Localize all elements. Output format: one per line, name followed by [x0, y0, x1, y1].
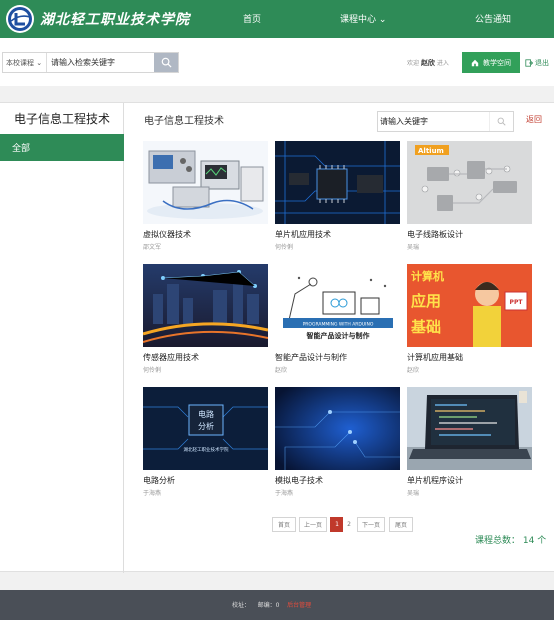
main-panel: 电子信息工程技术 全部 电子信息工程技术 请输入关键字 返回 虚拟仪器技术 邵文… — [0, 102, 554, 573]
logout-link[interactable]: 退出 — [525, 58, 549, 68]
thumb-text-basics: 基础 — [410, 318, 441, 336]
chevron-down-icon: ⌄ — [378, 15, 387, 25]
page-last[interactable]: 尾页 — [389, 517, 413, 532]
course-title: 传感器应用技术 — [143, 353, 199, 362]
course-thumbnail — [143, 264, 268, 347]
footer-zip: 邮编：0 — [257, 602, 280, 609]
course-title: 虚拟仪器技术 — [143, 230, 191, 239]
footer: 校址： 邮编：0 后台管理 — [0, 590, 554, 620]
home-icon — [471, 59, 479, 66]
course-title: 单片机程序设计 — [407, 476, 463, 485]
course-card[interactable]: 单片机应用技术 何伶俐 — [275, 141, 400, 252]
course-thumbnail: 电路 分析 湖北轻工职业技术学院 — [143, 387, 268, 470]
search-icon — [497, 117, 506, 126]
nav-home[interactable]: 首页 — [243, 12, 261, 25]
course-title: 计算机应用基础 — [407, 353, 463, 362]
course-card[interactable]: 电路 分析 湖北轻工职业技术学院 电路分析 于海燕 — [143, 387, 268, 498]
course-thumbnail: Altium — [407, 141, 532, 224]
keyword-search[interactable]: 请输入关键字 — [377, 111, 514, 132]
nav-course-center[interactable]: 课程中心 ⌄ — [340, 12, 386, 25]
course-thumbnail — [407, 387, 532, 470]
course-total-count: 14 个 — [522, 536, 547, 546]
search-scope-label: 本校课程 — [6, 58, 34, 67]
course-card[interactable]: 传感器应用技术 何伶俐 — [143, 264, 268, 375]
footer-info: 校址： 邮编：0 后台管理 — [232, 600, 311, 609]
altium-logo-text: Altium — [418, 147, 444, 155]
welcome-text: 欢迎 赵欣 进入 — [407, 58, 449, 68]
course-teacher: 赵欣 — [407, 367, 420, 374]
thumb-text-school: 湖北轻工职业技术学院 — [184, 446, 229, 453]
nav-course-center-label: 课程中心 — [340, 15, 377, 25]
keyword-input[interactable]: 请输入关键字 — [378, 116, 489, 127]
thumb-text-computer: 计算机 — [411, 269, 444, 283]
nav-notice[interactable]: 公告通知 — [475, 12, 511, 25]
school-logo-icon — [8, 7, 32, 31]
welcome-label: 欢迎 — [407, 60, 420, 67]
logout-label: 退出 — [535, 59, 549, 67]
page-number[interactable]: 2 — [343, 517, 355, 532]
school-name: 湖北轻工职业技术学院 — [40, 12, 190, 28]
teaching-space-button[interactable]: 教学空间 — [462, 52, 520, 73]
search-button[interactable] — [154, 53, 178, 72]
course-title: 电子线路板设计 — [407, 230, 463, 239]
keyword-search-button[interactable] — [489, 112, 513, 131]
school-logo[interactable] — [6, 5, 34, 33]
course-teacher: 吴瑞 — [407, 244, 420, 251]
thumb-text-ppt: PPT — [510, 299, 524, 306]
course-teacher: 何伶俐 — [143, 367, 162, 374]
page-prev[interactable]: 上一页 — [299, 517, 327, 532]
search-bar-row: 本校课程 ⌄ 欢迎 赵欣 进入 教学空间 退出 — [0, 38, 554, 86]
course-teacher: 邵文军 — [143, 244, 162, 251]
thumb-text-circuit-1: 电路 — [198, 409, 214, 419]
search-input[interactable] — [47, 53, 154, 72]
user-name: 赵欣 — [420, 59, 435, 67]
course-card[interactable]: 单片机程序设计 吴瑞 — [407, 387, 532, 498]
course-card[interactable]: 虚拟仪器技术 邵文军 — [143, 141, 268, 252]
smart-product-banner-text: 智能产品设计与制作 — [307, 331, 370, 340]
footer-address: 校址： — [232, 602, 251, 609]
course-card[interactable]: PROGRAMMING WITH ARDUINO 智能产品设计与制作 智能产品设… — [275, 264, 400, 375]
course-total: 课程总数： 14 个 — [475, 533, 546, 546]
course-teacher: 赵欣 — [275, 367, 288, 374]
sidebar-item-all[interactable]: 全部 — [0, 134, 124, 161]
logout-icon — [525, 59, 533, 67]
course-title: 电路分析 — [143, 476, 175, 485]
sidebar-title: 电子信息工程技术 — [13, 112, 110, 126]
page-next[interactable]: 下一页 — [357, 517, 385, 532]
arduino-banner-text: PROGRAMMING WITH ARDUINO — [303, 322, 374, 328]
enter-label: 进入 — [436, 60, 449, 67]
page-first[interactable]: 首页 — [272, 517, 296, 532]
page-number-current[interactable]: 1 — [330, 517, 344, 532]
search-scope-select[interactable]: 本校课程 ⌄ — [3, 53, 47, 72]
course-card[interactable]: 模拟电子技术 于海燕 — [275, 387, 400, 498]
category-sidebar: 电子信息工程技术 全部 — [0, 103, 124, 573]
search-icon — [161, 57, 172, 68]
course-teacher: 于海燕 — [143, 490, 162, 497]
thumb-text-application: 应用 — [411, 292, 441, 310]
content-title: 电子信息工程技术 — [144, 116, 224, 127]
chevron-down-icon: ⌄ — [34, 58, 43, 67]
back-link[interactable]: 返回 — [526, 114, 542, 125]
course-teacher: 何伶俐 — [275, 244, 294, 251]
course-title: 智能产品设计与制作 — [275, 353, 347, 362]
course-card[interactable]: 计算机 应用 基础 PPT 计算机应用基础 赵欣 — [407, 264, 532, 375]
top-header: 湖北轻工职业技术学院 首页 课程中心 ⌄ 公告通知 — [0, 0, 554, 38]
course-teacher: 吴瑞 — [407, 490, 420, 497]
admin-link[interactable]: 后台管理 — [287, 602, 311, 609]
course-title: 模拟电子技术 — [275, 476, 323, 485]
teaching-space-label: 教学空间 — [483, 58, 511, 67]
course-thumbnail — [275, 141, 400, 224]
course-title: 单片机应用技术 — [275, 230, 331, 239]
course-teacher: 于海燕 — [275, 490, 294, 497]
course-card[interactable]: Altium 电子线路板设计 吴瑞 — [407, 141, 532, 252]
thumb-text-circuit-2: 分析 — [198, 421, 214, 431]
course-thumbnail — [275, 387, 400, 470]
course-thumbnail — [143, 141, 268, 224]
course-total-label: 课程总数： — [475, 536, 521, 546]
course-thumbnail: PROGRAMMING WITH ARDUINO 智能产品设计与制作 — [275, 264, 400, 347]
course-search: 本校课程 ⌄ — [2, 52, 179, 73]
course-thumbnail: 计算机 应用 基础 PPT — [407, 264, 532, 347]
